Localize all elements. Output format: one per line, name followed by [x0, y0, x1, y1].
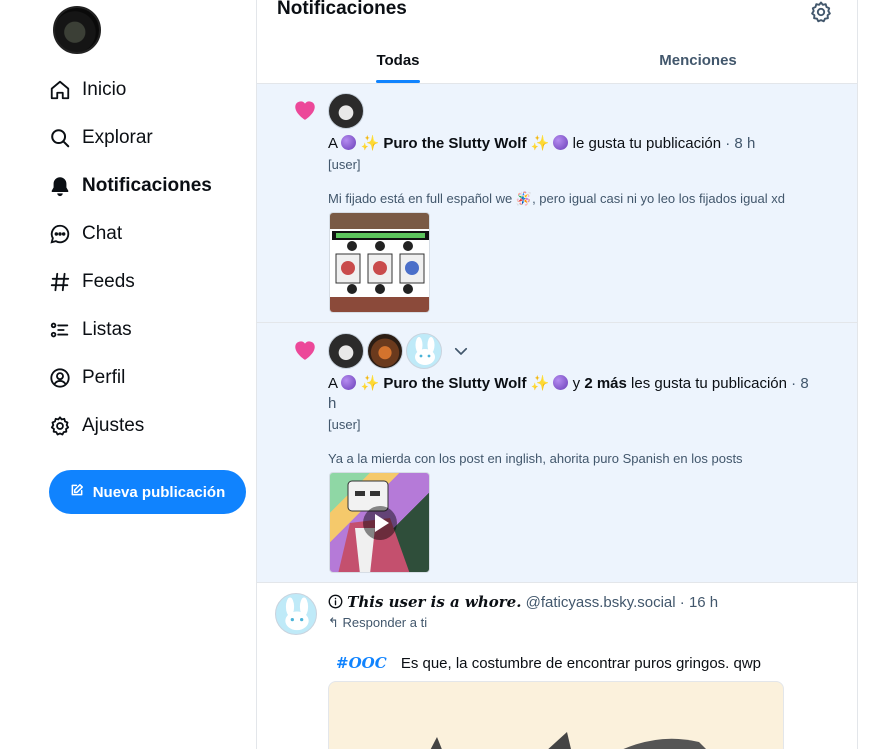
- reply-context[interactable]: ↰ Responder a ti: [328, 615, 427, 631]
- sparkles-emoji: ✨: [530, 135, 550, 152]
- search-icon: [48, 126, 72, 150]
- prefix: A: [328, 135, 338, 152]
- tab-bar: Todas Menciones: [257, 38, 857, 84]
- tab-todas[interactable]: Todas: [257, 38, 539, 83]
- heart-icon: [292, 337, 318, 361]
- post-text: Es que, la costumbre de encontrar puros …: [400, 655, 762, 672]
- purple-orb-emoji: [341, 135, 357, 150]
- nav-listas[interactable]: Listas: [48, 310, 132, 350]
- timestamp: · 8 h: [725, 135, 756, 152]
- liker-name-link[interactable]: Puro the Slutty Wolf: [383, 135, 526, 152]
- user-tag: [user]: [328, 417, 361, 432]
- author-display-name[interactable]: This user is a whore.: [347, 593, 521, 611]
- tab-label: Menciones: [659, 52, 737, 69]
- notifications-column: Notificaciones Todas Menciones A ✨ Puro …: [256, 0, 858, 749]
- post-thumbnail[interactable]: [329, 212, 430, 313]
- post-image[interactable]: [328, 681, 784, 749]
- nav-label: Perfil: [82, 367, 126, 388]
- bell-icon: [48, 174, 72, 198]
- nav-label: Chat: [82, 223, 123, 244]
- nav-inicio[interactable]: Inicio: [48, 70, 126, 110]
- sparkles-emoji: ✨: [360, 375, 380, 392]
- nav-perfil[interactable]: Perfil: [48, 358, 125, 398]
- info-icon: [328, 594, 347, 611]
- list-icon: [48, 318, 72, 342]
- more-link[interactable]: 2 más: [584, 375, 627, 392]
- hash-icon: [48, 270, 72, 294]
- gear-icon: [48, 414, 72, 438]
- nav-label: Explorar: [82, 127, 153, 148]
- hashtag-link[interactable]: #OOC: [336, 654, 387, 672]
- reply-label: Responder a ti: [342, 615, 428, 630]
- nav-chat[interactable]: Chat: [48, 214, 122, 254]
- reply-arrow-icon: ↰: [328, 615, 339, 630]
- author-avatar[interactable]: [275, 593, 317, 635]
- action-text: le gusta tu publicación: [572, 135, 722, 152]
- nav-label: Ajustes: [82, 415, 145, 436]
- post-body: #OOC Es que, la costumbre de encontrar p…: [336, 654, 761, 672]
- timestamp: · 8: [791, 375, 809, 392]
- tab-menciones[interactable]: Menciones: [539, 38, 857, 83]
- active-tab-indicator: [376, 80, 420, 83]
- new-post-button[interactable]: Nueva publicación: [49, 470, 246, 514]
- user-avatar[interactable]: [53, 6, 101, 54]
- nav-feeds[interactable]: Feeds: [48, 262, 135, 302]
- liker-avatar[interactable]: [406, 333, 442, 369]
- notification-text: A ✨ Puro the Slutty Wolf ✨ le gusta tu p…: [328, 134, 838, 154]
- sparkles-emoji: ✨: [530, 375, 550, 392]
- purple-orb-emoji: [553, 135, 569, 150]
- post-snippet[interactable]: Mi fijado está en full español we 🪅, per…: [328, 191, 785, 207]
- prefix: A: [328, 375, 338, 392]
- post-timestamp[interactable]: · 16 h: [680, 594, 718, 611]
- author-handle[interactable]: @faticyass.bsky.social: [526, 594, 676, 611]
- post-video-thumbnail[interactable]: [329, 472, 430, 573]
- new-post-label: Nueva publicación: [92, 483, 226, 501]
- user-tag: [user]: [328, 157, 361, 172]
- nav-explorar[interactable]: Explorar: [48, 118, 153, 158]
- sparkles-emoji: ✨: [360, 135, 380, 152]
- nav-label: Inicio: [82, 79, 127, 100]
- chat-icon: [48, 222, 72, 246]
- heart-icon: [292, 97, 318, 121]
- person-icon: [48, 366, 72, 390]
- liker-avatar[interactable]: [328, 93, 364, 129]
- reply-post[interactable]: This user is a whore. @faticyass.bsky.so…: [257, 583, 857, 749]
- left-sidebar: Inicio Explorar Notificaciones Chat Feed…: [0, 0, 256, 749]
- nav-label: Listas: [82, 319, 132, 340]
- chevron-down-icon[interactable]: [452, 342, 470, 360]
- home-icon: [48, 78, 72, 102]
- nav-label: Feeds: [82, 271, 135, 292]
- post-snippet[interactable]: Ya a la mierda con los post en inglish, …: [328, 451, 743, 466]
- timestamp-wrap: h: [328, 395, 337, 412]
- post-header: This user is a whore. @faticyass.bsky.so…: [328, 593, 718, 611]
- joiner: y: [572, 375, 581, 392]
- nav-label: Notificaciones: [82, 175, 212, 196]
- liker-name-link[interactable]: Puro the Slutty Wolf: [383, 375, 526, 392]
- nav-notificaciones[interactable]: Notificaciones: [48, 166, 212, 206]
- action-text: les gusta tu publicación: [631, 375, 787, 392]
- liker-avatar[interactable]: [367, 333, 403, 369]
- page-title: Notificaciones: [277, 0, 407, 19]
- purple-orb-emoji: [553, 375, 569, 390]
- notification-like[interactable]: A ✨ Puro the Slutty Wolf ✨ le gusta tu p…: [257, 84, 857, 323]
- notification-settings-icon[interactable]: [809, 0, 833, 24]
- notification-text: A ✨ Puro the Slutty Wolf ✨ y 2 más les g…: [328, 374, 838, 394]
- notification-like-group[interactable]: A ✨ Puro the Slutty Wolf ✨ y 2 más les g…: [257, 323, 857, 583]
- tab-label: Todas: [376, 52, 420, 69]
- compose-icon: [70, 483, 84, 501]
- nav-ajustes[interactable]: Ajustes: [48, 406, 144, 446]
- right-sidebar-edge: [858, 0, 888, 749]
- purple-orb-emoji: [341, 375, 357, 390]
- liker-avatar[interactable]: [328, 333, 364, 369]
